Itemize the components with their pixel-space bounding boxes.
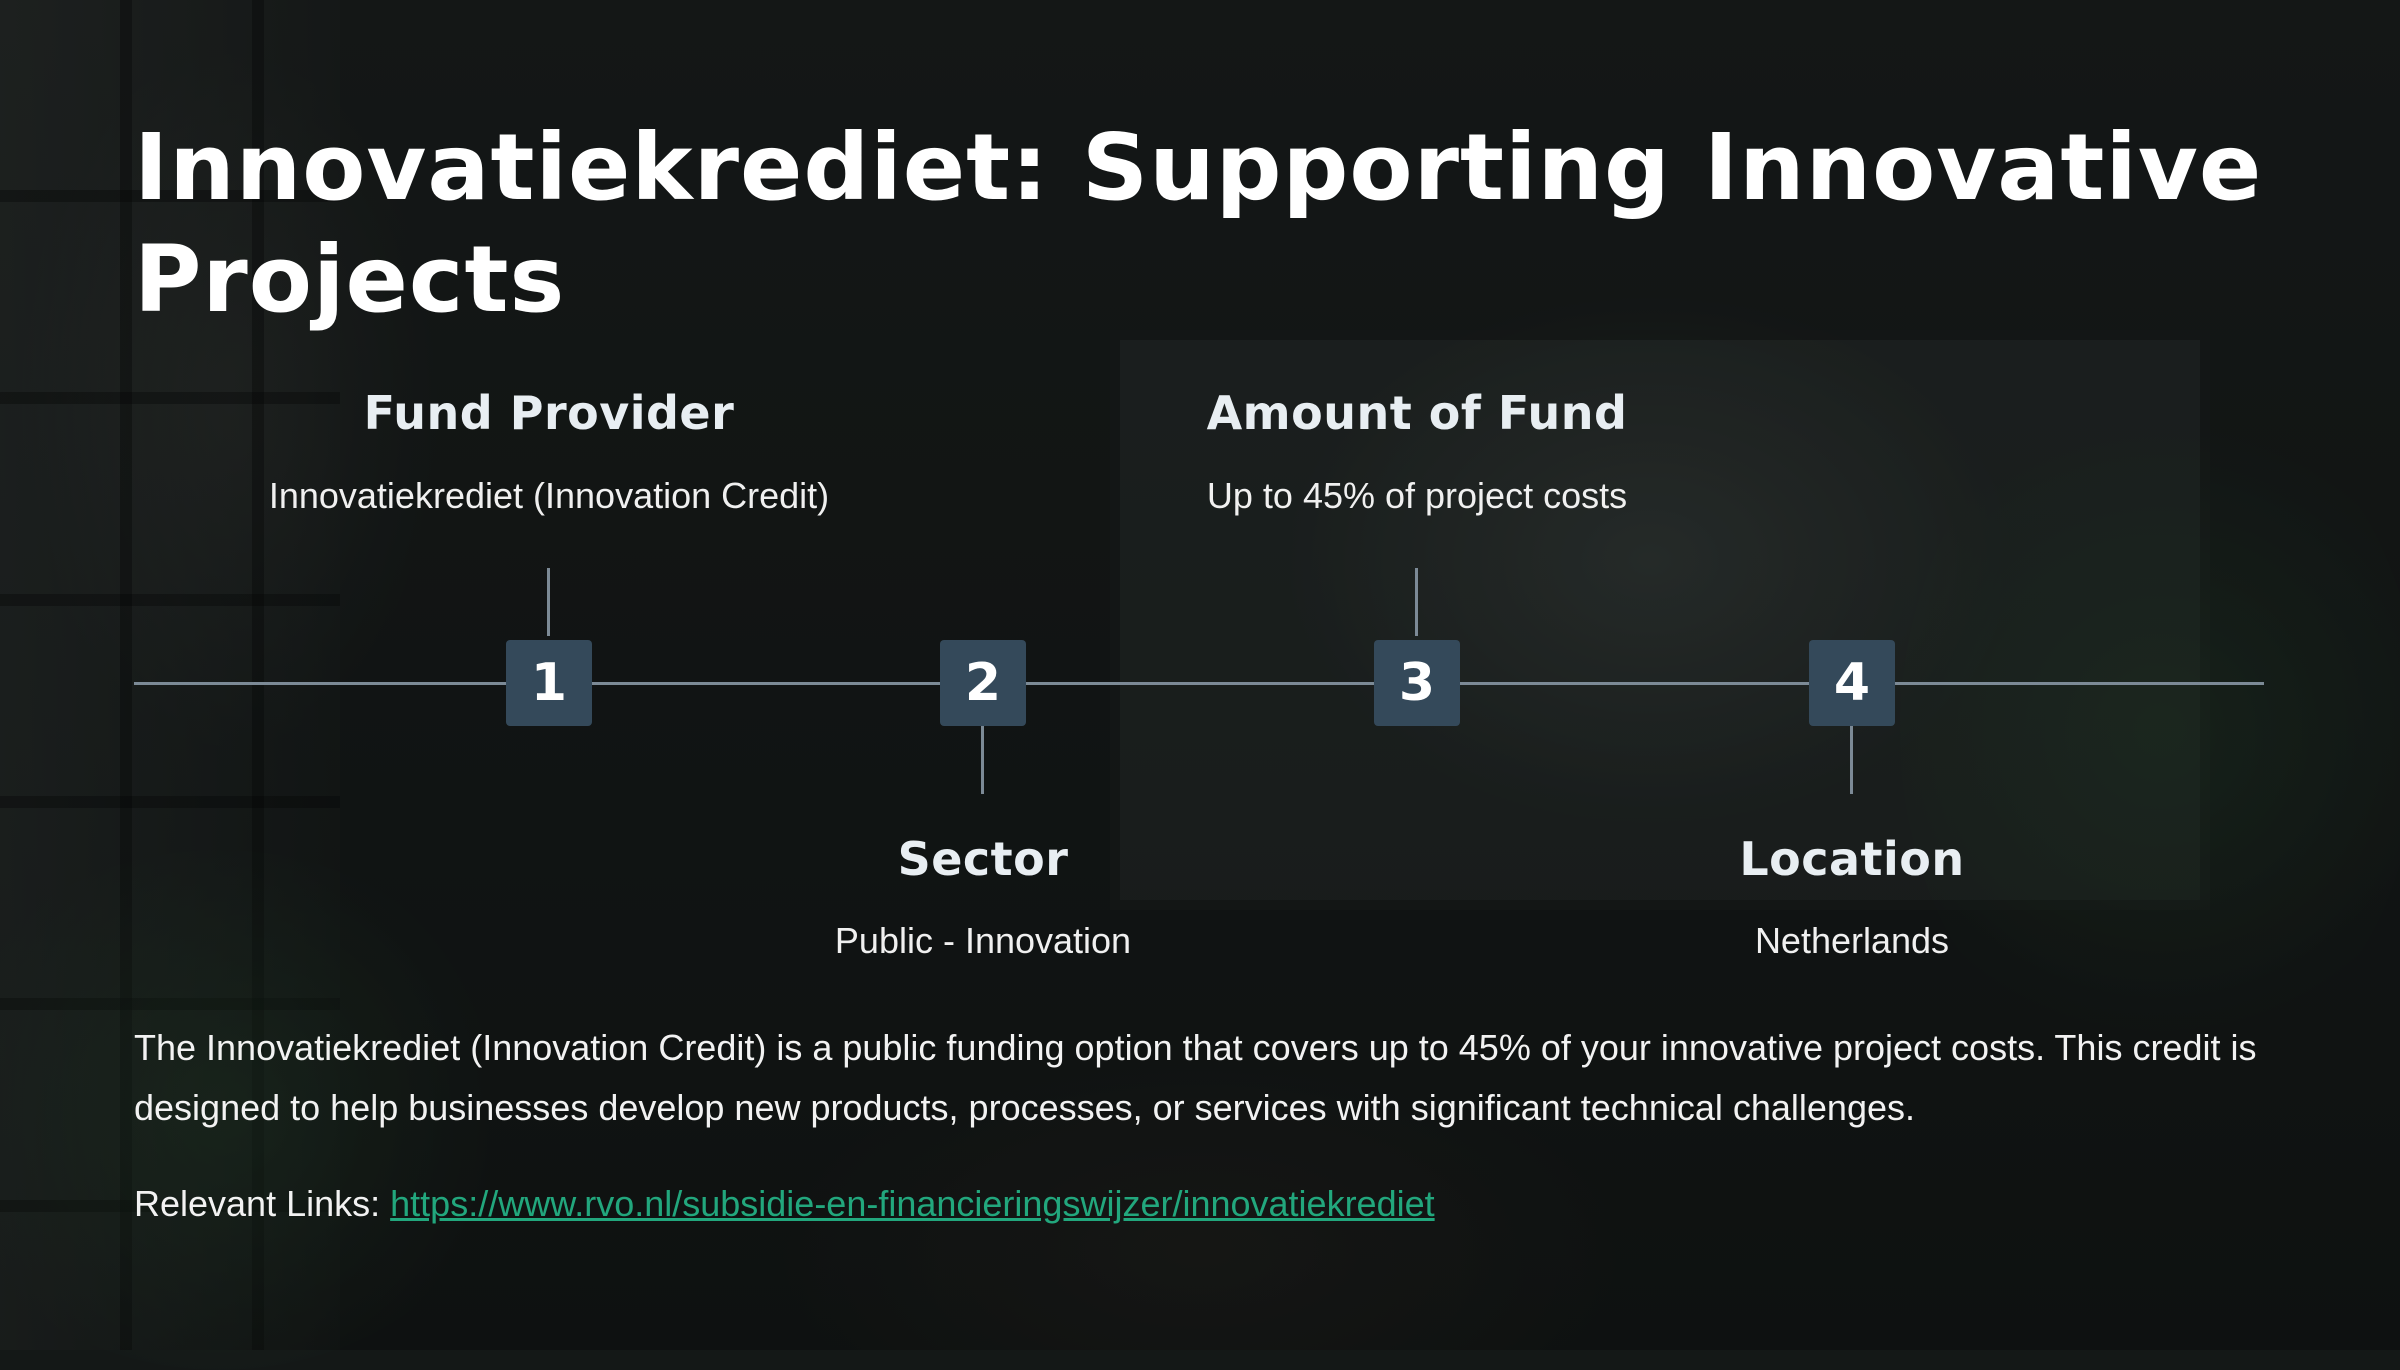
timeline-marker-4: 4 (1809, 640, 1895, 726)
timeline-heading-fund-provider: Fund Provider (363, 386, 735, 440)
timeline-text-fund-provider: Innovatiekrediet (Innovation Credit) (268, 475, 830, 516)
relevant-links-label: Relevant Links: (134, 1183, 391, 1224)
timeline-text-location: Netherlands (1754, 920, 1950, 961)
timeline-text-sector: Public - Innovation (834, 920, 1132, 961)
timeline-marker-3: 3 (1374, 640, 1460, 726)
rvo-link[interactable]: https://www.rvo.nl/subsidie-en-financier… (390, 1183, 1434, 1224)
timeline-text-amount-of-fund: Up to 45% of project costs (1206, 475, 1628, 516)
description-paragraph: The Innovatiekrediet (Innovation Credit)… (134, 1027, 2257, 1128)
timeline-marker-1: 1 (506, 640, 592, 726)
timeline-heading-sector: Sector (897, 832, 1069, 886)
timeline-heading-amount-of-fund: Amount of Fund (1206, 386, 1628, 440)
timeline-stem (547, 568, 550, 636)
relevant-links: Relevant Links: https://www.rvo.nl/subsi… (134, 1183, 2274, 1225)
timeline-marker-2: 2 (940, 640, 1026, 726)
timeline-stem (1415, 568, 1418, 636)
slide-title: Innovatiekrediet: Supporting Innovative … (134, 114, 2263, 333)
timeline-line (134, 682, 2264, 685)
timeline-stem (1850, 726, 1853, 794)
timeline-heading-location: Location (1739, 832, 1965, 886)
timeline-stem (981, 726, 984, 794)
